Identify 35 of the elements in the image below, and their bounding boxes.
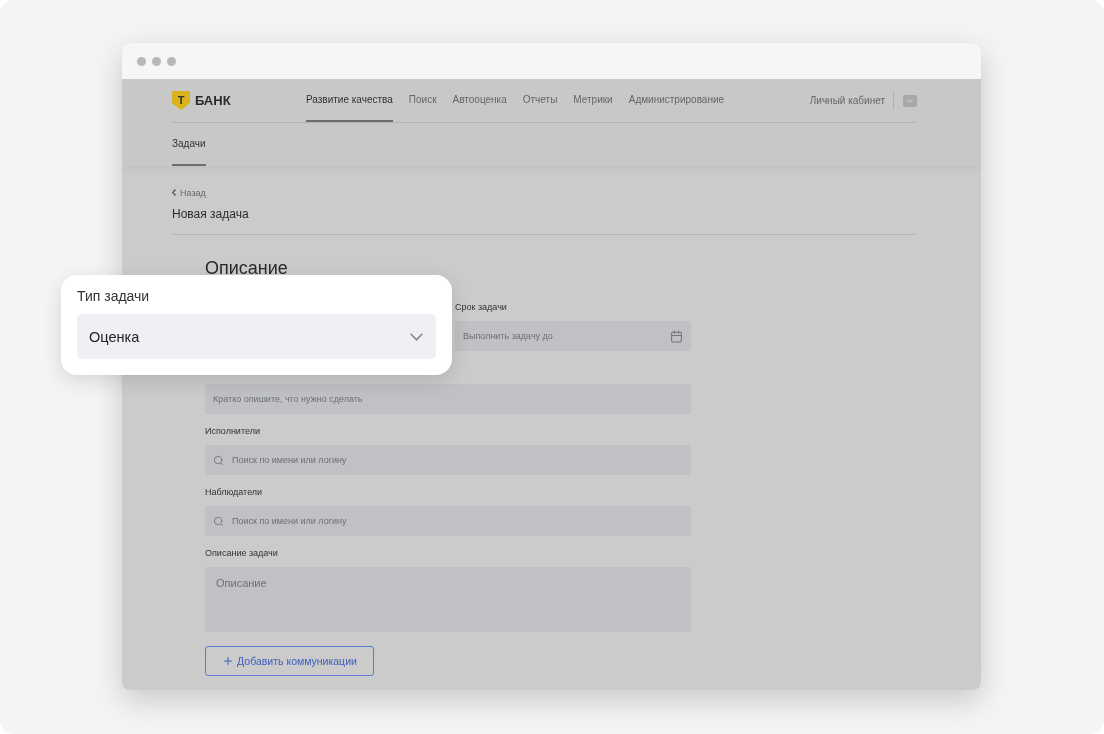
calendar-icon [670, 329, 683, 343]
field-label: Исполнители [205, 426, 261, 438]
nav-tab[interactable]: Администрирование [628, 79, 725, 122]
window-dot [137, 56, 146, 66]
back-link[interactable]: Назад [172, 187, 206, 198]
nav-tab[interactable]: Автооценка [452, 79, 507, 122]
field-label: Тип задачи [77, 288, 151, 304]
date-field[interactable]: Выполнить задачу до [455, 321, 691, 351]
nav-tab[interactable]: Метрики [573, 79, 613, 122]
window-dot [152, 56, 161, 66]
page-title: Новая задача [172, 207, 917, 235]
plus-icon [222, 655, 235, 667]
brand-name: БАНК [195, 93, 231, 108]
nav-tab[interactable]: Развитие качества [306, 79, 393, 122]
summary-field[interactable]: Кратко опишите, что нужно сделать [205, 384, 691, 414]
logo-shield: Т [172, 91, 190, 110]
avatar-icon[interactable] [903, 94, 917, 107]
section-heading: Описание [205, 258, 289, 280]
account-link[interactable]: Личный кабинет [809, 91, 894, 110]
chevron-down-icon [410, 332, 423, 341]
field-label: Срок задачи [455, 302, 508, 314]
observers-search-field[interactable]: Поиск по имени или логину [205, 506, 691, 536]
search-icon [213, 454, 224, 466]
sub-tab[interactable]: Задачи [172, 123, 206, 166]
description-field[interactable]: Описание [205, 567, 691, 632]
nav-tab[interactable]: Поиск [408, 79, 437, 122]
search-icon [213, 515, 224, 527]
task-type-select[interactable]: Оценка [77, 314, 436, 359]
chevron-left-icon [172, 189, 176, 196]
field-label: Наблюдатели [205, 487, 264, 499]
assignees-search-field[interactable]: Поиск по имени или логину [205, 445, 691, 475]
window-dot [167, 56, 176, 66]
add-communications-button[interactable]: Добавить коммуникации [205, 646, 374, 676]
nav-tab[interactable]: Отчеты [522, 79, 558, 122]
field-label: Описание задачи [205, 548, 279, 560]
